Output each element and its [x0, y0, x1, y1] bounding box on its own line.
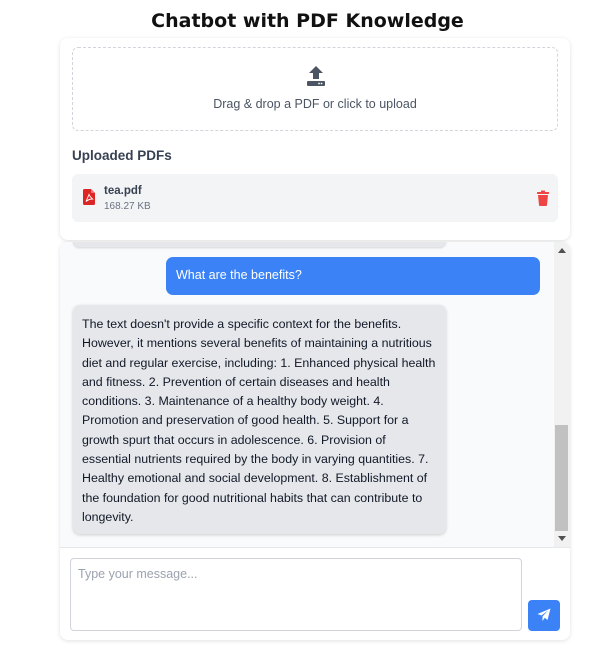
- message-scrollbar[interactable]: [554, 242, 570, 547]
- paper-plane-icon: [537, 608, 551, 621]
- message-input[interactable]: [70, 558, 522, 631]
- file-pdf-icon: [83, 189, 95, 205]
- message-list[interactable]: What are the benefits? The text doesn't …: [60, 242, 554, 547]
- trash-icon[interactable]: [536, 190, 550, 206]
- pdf-dropzone[interactable]: Drag & drop a PDF or click to upload: [72, 47, 558, 131]
- scroll-down-arrow[interactable]: [558, 536, 566, 541]
- scroll-thumb[interactable]: [555, 425, 568, 531]
- file-size: 168.27 KB: [104, 201, 151, 212]
- dropzone-label: Drag & drop a PDF or click to upload: [213, 97, 417, 111]
- upload-icon: [307, 66, 325, 86]
- app-page: Chatbot with PDF Knowledge Drag & drop a…: [0, 0, 615, 671]
- uploaded-file-item: tea.pdf 168.27 KB: [72, 174, 558, 222]
- uploaded-pdfs-heading: Uploaded PDFs: [72, 148, 172, 163]
- previous-message-bubble: [73, 242, 446, 247]
- scroll-up-arrow[interactable]: [558, 248, 566, 253]
- send-button[interactable]: [528, 600, 560, 631]
- composer: [60, 547, 570, 640]
- bot-message: The text doesn't provide a specific cont…: [73, 305, 446, 534]
- chat-panel: What are the benefits? The text doesn't …: [60, 242, 570, 640]
- page-title: Chatbot with PDF Knowledge: [151, 10, 464, 32]
- user-message: What are the benefits?: [166, 257, 540, 295]
- upload-panel: Drag & drop a PDF or click to upload Upl…: [60, 38, 570, 240]
- file-name: tea.pdf: [104, 185, 142, 197]
